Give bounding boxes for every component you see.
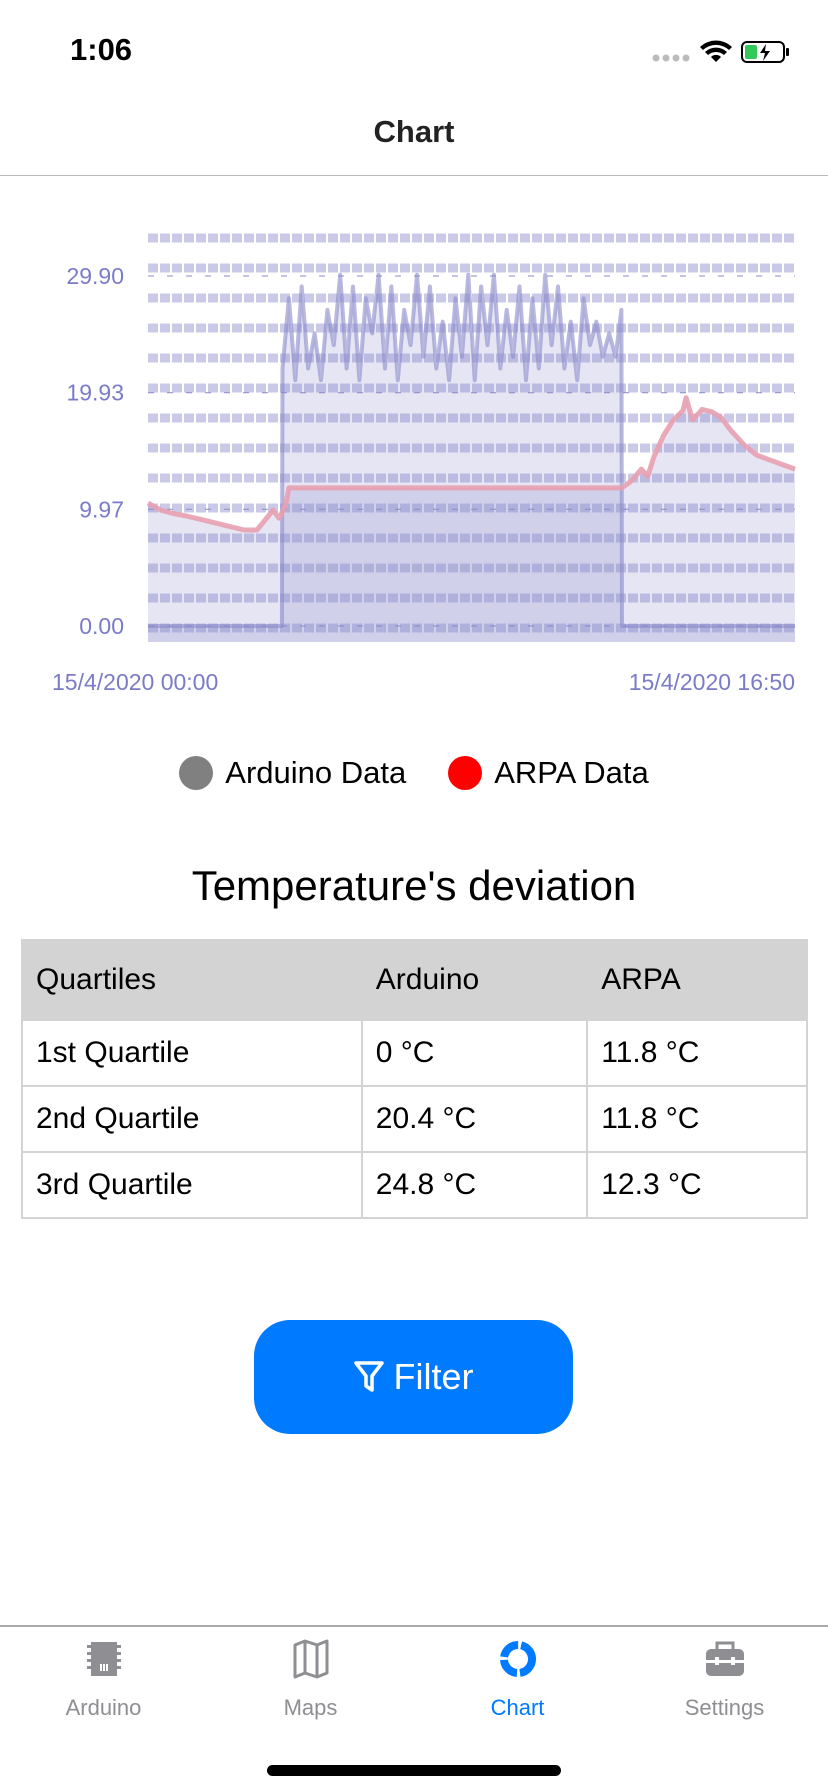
cell: 20.4 °C: [360, 1085, 589, 1153]
quartiles-table: Quartiles Arduino ARPA 1st Quartile 0 °C 1…: [21, 939, 808, 1219]
tab-maps[interactable]: Maps: [207, 1639, 414, 1721]
filter-funnel-icon: [353, 1361, 384, 1392]
tab-chart[interactable]: Chart: [414, 1639, 621, 1721]
chart-legend: Arduino Data ARPA Data: [0, 755, 828, 791]
arduino-dot-icon: [179, 756, 214, 790]
chip-icon: [86, 1642, 121, 1676]
home-indicator: [267, 1765, 561, 1776]
legend-label: ARPA Data: [494, 755, 649, 790]
filter-label: Filter: [393, 1356, 474, 1397]
map-icon: [293, 1639, 328, 1679]
x-tick-label: 15/4/2020 16:50: [629, 669, 795, 695]
cell: 11.8 °C: [586, 1019, 808, 1087]
header-cell: Arduino: [360, 939, 589, 1021]
cell: 11.8 °C: [586, 1085, 808, 1153]
temperature-chart: 29.90 19.93 9.97 0.00 15/4/2020 00:00 15/4/20…: [52, 233, 796, 695]
wifi-icon: [700, 40, 732, 62]
y-tick-label: 29.90: [66, 263, 124, 289]
y-tick-label: 19.93: [66, 380, 124, 406]
table-row: 2nd Quartile 20.4 °C 11.8 °C: [21, 1085, 808, 1153]
arpa-dot-icon: [448, 756, 483, 790]
tab-label: Settings: [684, 1695, 765, 1720]
y-tick-label: 9.97: [79, 496, 124, 522]
signal-dots-icon: [652, 54, 690, 62]
legend-item-arpa: ARPA Data: [448, 755, 649, 791]
filter-button[interactable]: Filter: [254, 1320, 573, 1434]
nav-divider: [0, 175, 828, 176]
tab-settings[interactable]: Settings: [621, 1639, 828, 1721]
header-cell: ARPA: [586, 939, 808, 1021]
tab-label: Chart: [490, 1695, 545, 1720]
tab-label: Maps: [283, 1695, 338, 1720]
cell: 3rd Quartile: [21, 1151, 363, 1219]
status-icons: [652, 40, 789, 63]
header-cell: Quartiles: [21, 939, 363, 1021]
legend-label: Arduino Data: [225, 755, 407, 790]
table-header-row: Quartiles Arduino ARPA: [21, 939, 808, 1021]
battery-charging-icon: [741, 41, 789, 63]
donut-chart-icon: [499, 1641, 536, 1677]
cell: 0 °C: [360, 1019, 589, 1087]
cell: 12.3 °C: [586, 1151, 808, 1219]
legend-item-arduino: Arduino Data: [179, 755, 406, 791]
table-row: 3rd Quartile 24.8 °C 12.3 °C: [21, 1151, 808, 1219]
toolbox-icon: [705, 1641, 744, 1676]
tab-arduino[interactable]: Arduino: [0, 1639, 207, 1721]
cell: 2nd Quartile: [21, 1085, 363, 1153]
status-time: 1:06: [70, 32, 133, 67]
cell: 1st Quartile: [21, 1019, 363, 1087]
cell: 24.8 °C: [360, 1151, 589, 1219]
tab-label: Arduino: [65, 1695, 142, 1720]
y-tick-label: 0.00: [79, 613, 124, 639]
page-title: Chart: [373, 114, 455, 149]
x-tick-label: 15/4/2020 00:00: [52, 669, 218, 695]
table-title: Temperature's deviation: [191, 862, 637, 909]
table-row: 1st Quartile 0 °C 11.8 °C: [21, 1019, 808, 1087]
